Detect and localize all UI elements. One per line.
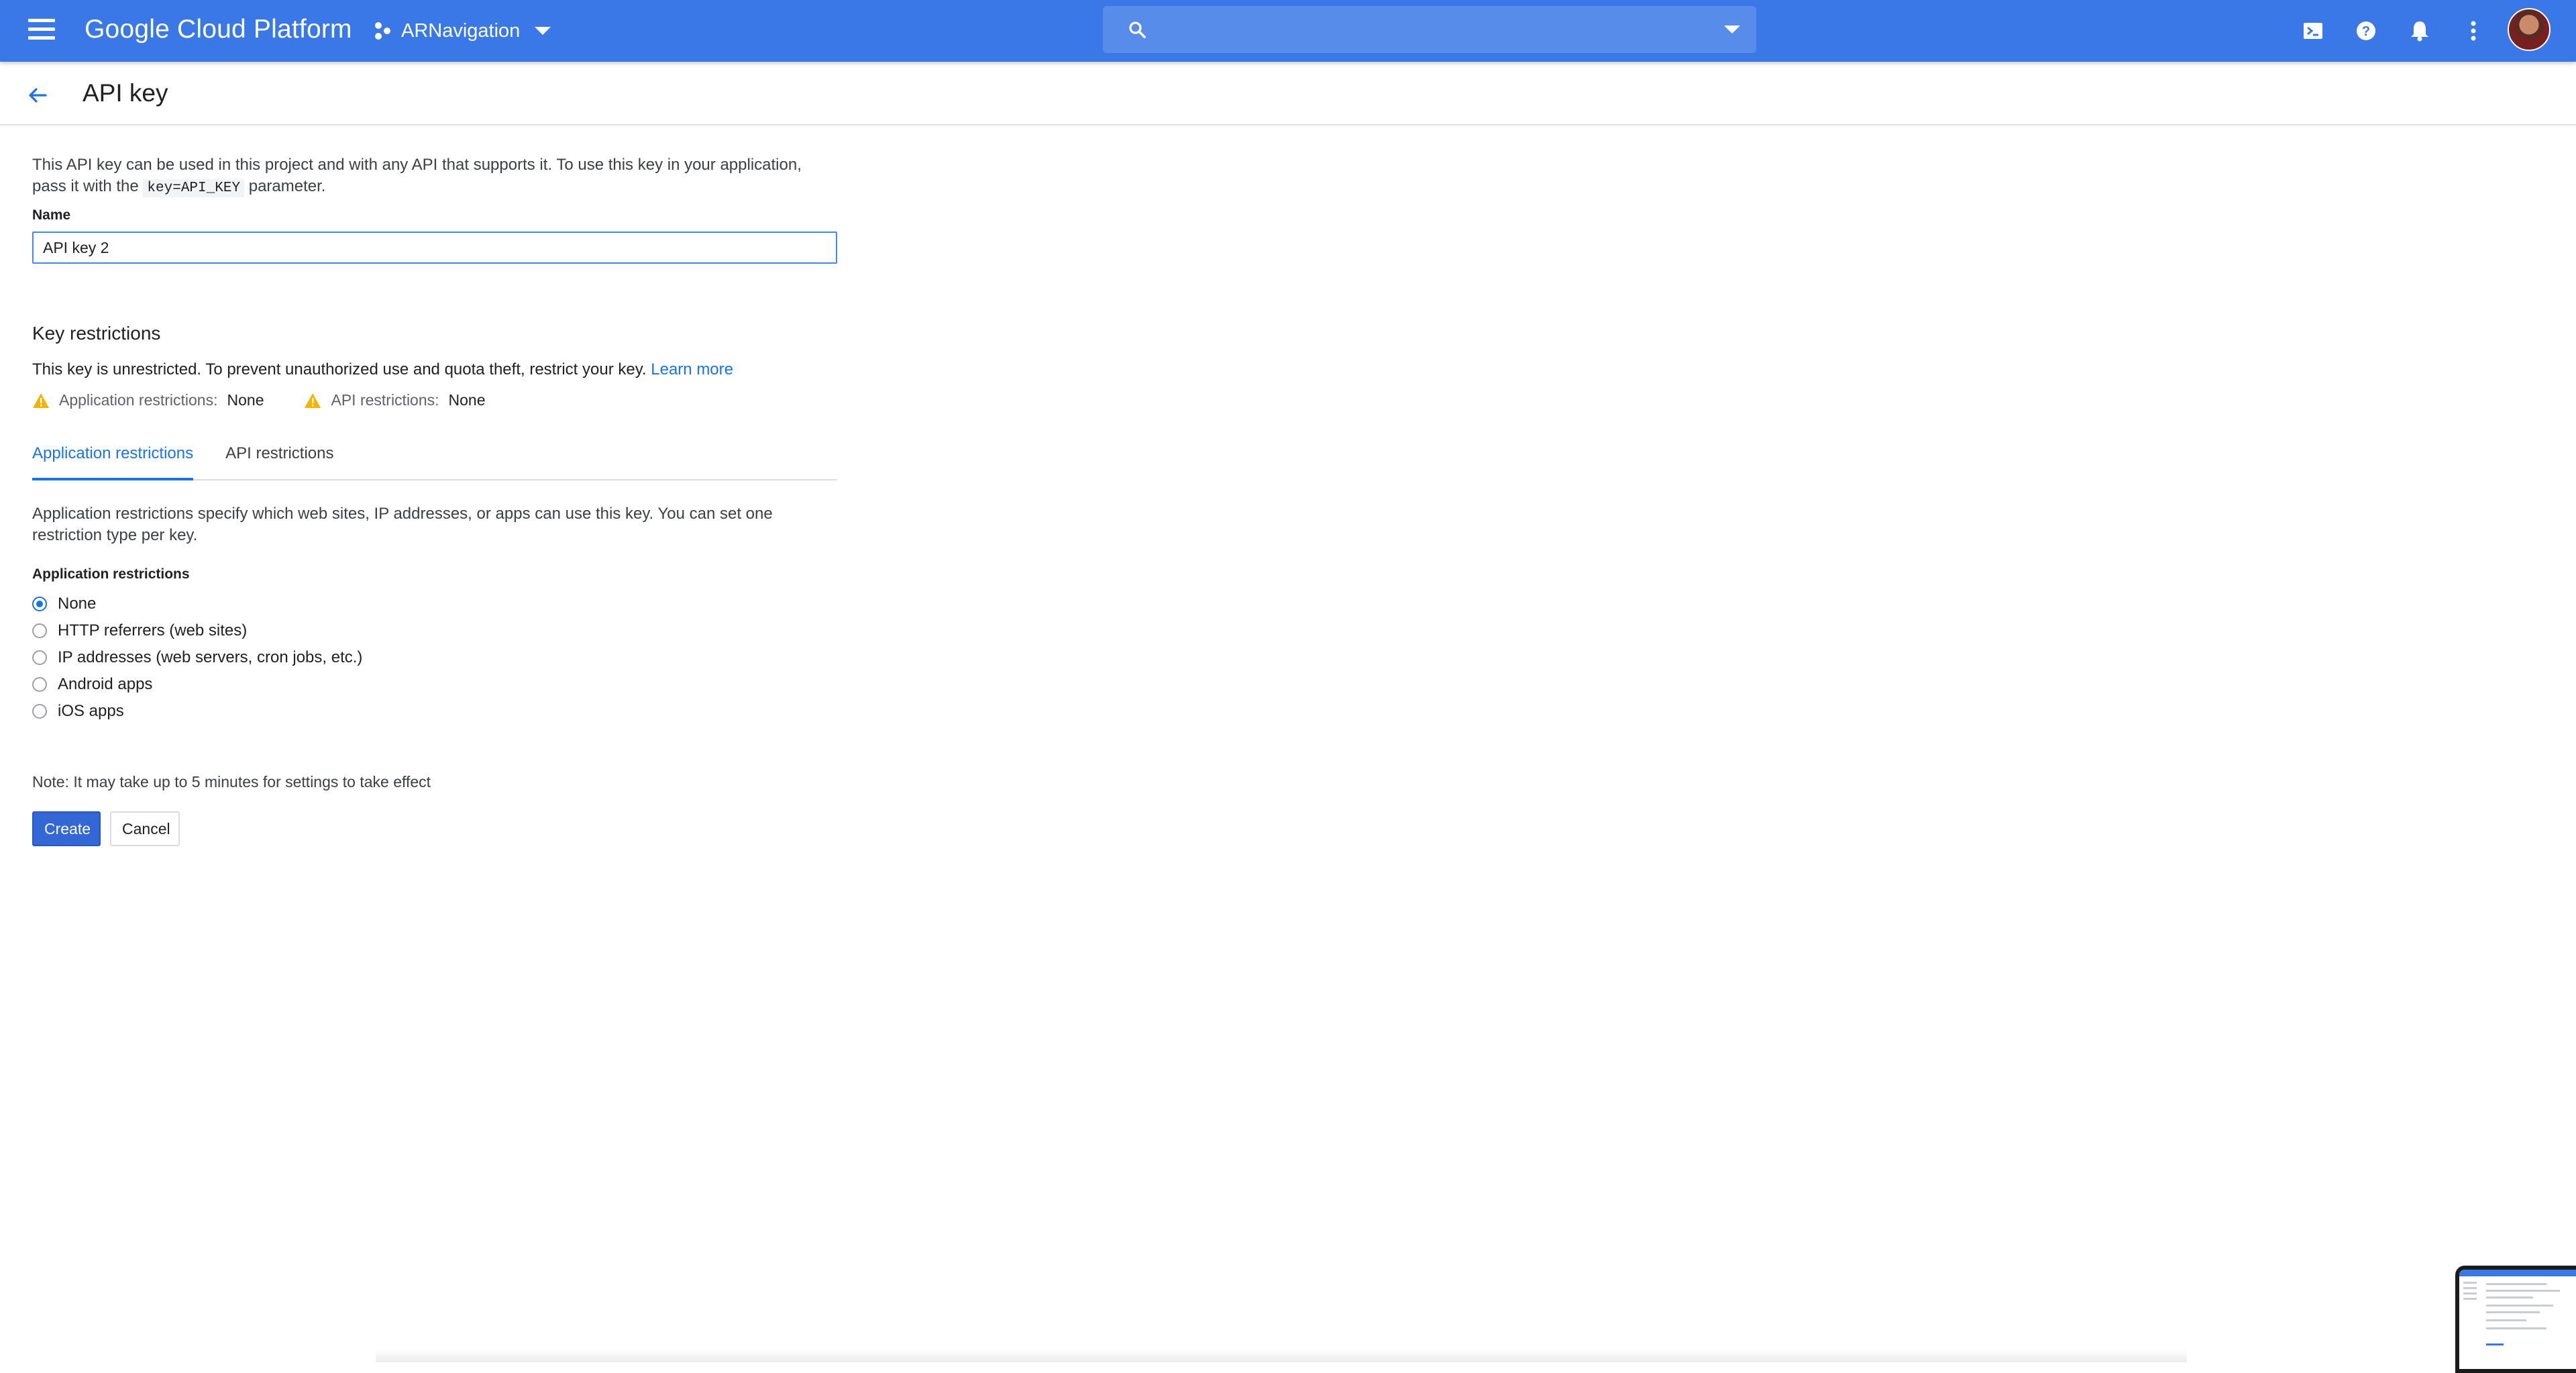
cloud-shell-icon[interactable] [2300,17,2326,44]
unrestricted-warning-text: This key is unrestricted. To prevent una… [32,360,647,378]
avatar[interactable] [2508,8,2551,51]
svg-text:?: ? [2362,24,2370,39]
app-restrictions-status-label: Application restrictions: [59,391,218,409]
project-name: ARNavigation [401,19,521,42]
warning-icon [33,393,49,408]
radio-option-android-apps[interactable]: Android apps [32,671,837,698]
back-arrow-icon[interactable] [24,82,51,109]
radio-label: IP addresses (web servers, cron jobs, et… [58,648,363,666]
top-app-bar: Google Cloud Platform ARNavigation ? [0,0,2576,62]
brand-title[interactable]: Google Cloud Platform [85,15,352,44]
radio-label: HTTP referrers (web sites) [58,621,248,640]
search-options-chevron-icon[interactable] [1724,26,1740,34]
settings-delay-note: Note: It may take up to 5 minutes for se… [32,773,431,791]
bottom-edge-shadow [376,1349,2187,1362]
app-restrictions-heading: Application restrictions [32,566,190,582]
key-restrictions-title: Key restrictions [32,323,161,344]
more-vert-icon[interactable] [2460,17,2487,44]
create-button[interactable]: Create [32,811,101,846]
radio-option-ios-apps[interactable]: iOS apps [32,698,837,725]
name-field-label: Name [32,207,71,223]
search-icon [1129,21,1146,38]
api-key-param-code: key=API_KEY [143,179,245,197]
screenshot-thumbnail[interactable] [2455,1266,2576,1373]
chevron-down-icon [535,27,551,35]
project-selector[interactable]: ARNavigation [373,17,551,44]
warning-icon [305,393,321,408]
name-input[interactable] [32,232,837,264]
radio-button[interactable] [32,704,47,719]
project-icon [375,22,390,40]
restriction-tabs: Application restrictions API restriction… [32,442,837,480]
radio-button[interactable] [32,677,47,692]
restriction-status-row: Application restrictions: None API restr… [32,391,837,409]
intro-text-after: parameter. [248,177,326,195]
app-restrictions-description: Application restrictions specify which w… [32,505,773,544]
app-restrictions-status-value: None [227,391,264,409]
radio-option-none[interactable]: None [32,591,837,617]
menu-icon[interactable] [28,19,55,43]
radio-button[interactable] [32,597,47,611]
notifications-icon[interactable] [2406,17,2433,44]
radio-option-http-referrers[interactable]: HTTP referrers (web sites) [32,617,837,644]
api-restrictions-status-value: None [448,391,486,409]
search-bar[interactable] [1103,6,1756,53]
radio-button[interactable] [32,623,47,638]
unrestricted-warning: This key is unrestricted. To prevent una… [32,360,837,379]
cancel-button[interactable]: Cancel [110,811,180,846]
app-restrictions-radio-group: None HTTP referrers (web sites) IP addre… [32,591,837,725]
form-actions: Create Cancel [32,811,837,846]
page-title: API key [83,79,168,107]
tab-application-restrictions[interactable]: Application restrictions [32,442,194,480]
learn-more-link[interactable]: Learn more [651,360,733,378]
api-restrictions-status-label: API restrictions: [331,391,439,409]
intro-text: This API key can be used in this project… [32,154,837,199]
page-header: API key [0,62,2576,125]
radio-option-ip-addresses[interactable]: IP addresses (web servers, cron jobs, et… [32,644,837,671]
radio-label: iOS apps [58,702,124,720]
radio-button[interactable] [32,650,47,665]
api-key-form: This API key can be used in this project… [32,154,837,846]
tab-api-restrictions[interactable]: API restrictions [225,442,333,479]
help-icon[interactable]: ? [2353,17,2379,44]
radio-label: Android apps [58,675,153,693]
radio-label: None [58,595,97,613]
